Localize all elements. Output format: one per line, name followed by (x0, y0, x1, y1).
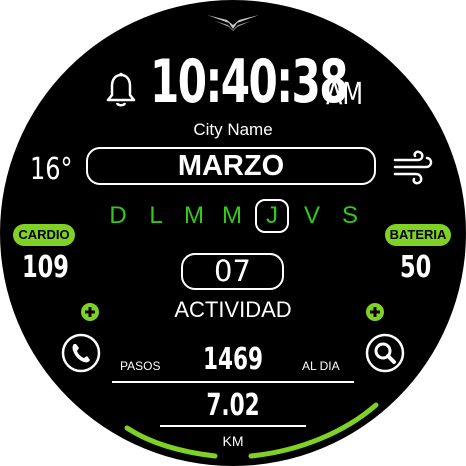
progress-arc (124, 402, 379, 459)
watch-face: 10:40:38 AM City Name 16° MARZO D L M M … (0, 0, 466, 466)
